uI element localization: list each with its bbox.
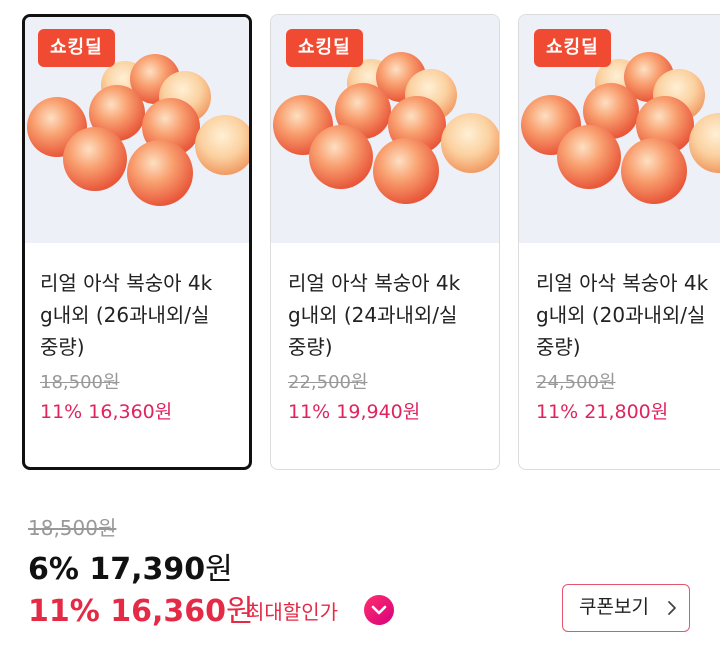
product-image: 쇼킹딜 bbox=[271, 15, 499, 243]
product-title: 리얼 아삭 복숭아 4k g내외 (24과내외/실 중량) bbox=[288, 267, 488, 363]
discount-price-unit: 원 bbox=[205, 552, 233, 587]
product-option-carousel: 쇼킹딜 리얼 아삭 복숭아 4k g내외 (26과내외/실 중량) 18,500… bbox=[0, 0, 720, 480]
product-original-price: 22,500원 bbox=[288, 372, 368, 393]
view-coupon-button[interactable]: 쿠폰보기 bbox=[562, 584, 690, 632]
product-title-line: 리얼 아삭 복숭아 4k bbox=[288, 271, 461, 295]
product-image: 쇼킹딜 bbox=[519, 15, 720, 243]
product-title-line: 리얼 아삭 복숭아 4k bbox=[40, 271, 213, 295]
product-title-line: g내외 (26과내외/실 bbox=[40, 303, 210, 327]
shocking-deal-badge: 쇼킹딜 bbox=[286, 29, 363, 67]
discount-price-amount: 6% 17,390 bbox=[28, 552, 206, 587]
shocking-deal-badge: 쇼킹딜 bbox=[38, 29, 115, 67]
max-discount-price: 11% 16,360원 bbox=[28, 586, 254, 630]
max-discount-amount: 11% 16,360 bbox=[28, 594, 227, 629]
max-discount-label[interactable]: 최대할인가 bbox=[246, 596, 338, 625]
product-title-line: 리얼 아삭 복숭아 4k bbox=[536, 271, 709, 295]
product-sale-price: 11% 16,360원 bbox=[40, 401, 173, 423]
original-price: 18,500원 bbox=[28, 516, 117, 540]
product-original-price: 24,500원 bbox=[536, 372, 616, 393]
product-image: 쇼킹딜 bbox=[25, 17, 249, 243]
product-card-1[interactable]: 쇼킹딜 리얼 아삭 복숭아 4k g내외 (26과내외/실 중량) 18,500… bbox=[22, 14, 252, 470]
chevron-down-icon[interactable] bbox=[364, 595, 394, 625]
discount-price: 6% 17,390원 bbox=[28, 544, 233, 588]
product-title-line: g내외 (20과내외/실 bbox=[536, 303, 706, 327]
product-sale-price: 11% 21,800원 bbox=[536, 401, 669, 423]
product-card-3[interactable]: 쇼킹딜 리얼 아삭 복숭아 4k g내외 (20과내외/실 중량) 24,500… bbox=[518, 14, 720, 470]
product-title: 리얼 아삭 복숭아 4k g내외 (26과내외/실 중량) bbox=[40, 267, 240, 363]
product-title-line: 중량) bbox=[536, 335, 581, 359]
product-original-price: 18,500원 bbox=[40, 372, 120, 393]
view-coupon-label: 쿠폰보기 bbox=[579, 596, 649, 618]
chevron-right-icon bbox=[668, 601, 676, 615]
product-sale-price: 11% 19,940원 bbox=[288, 401, 421, 423]
product-title-line: g내외 (24과내외/실 bbox=[288, 303, 458, 327]
product-title: 리얼 아삭 복숭아 4k g내외 (20과내외/실 중량) bbox=[536, 267, 720, 363]
product-card-2[interactable]: 쇼킹딜 리얼 아삭 복숭아 4k g내외 (24과내외/실 중량) 22,500… bbox=[270, 14, 500, 470]
product-title-line: 중량) bbox=[288, 335, 333, 359]
product-title-line: 중량) bbox=[40, 335, 85, 359]
shocking-deal-badge: 쇼킹딜 bbox=[534, 29, 611, 67]
